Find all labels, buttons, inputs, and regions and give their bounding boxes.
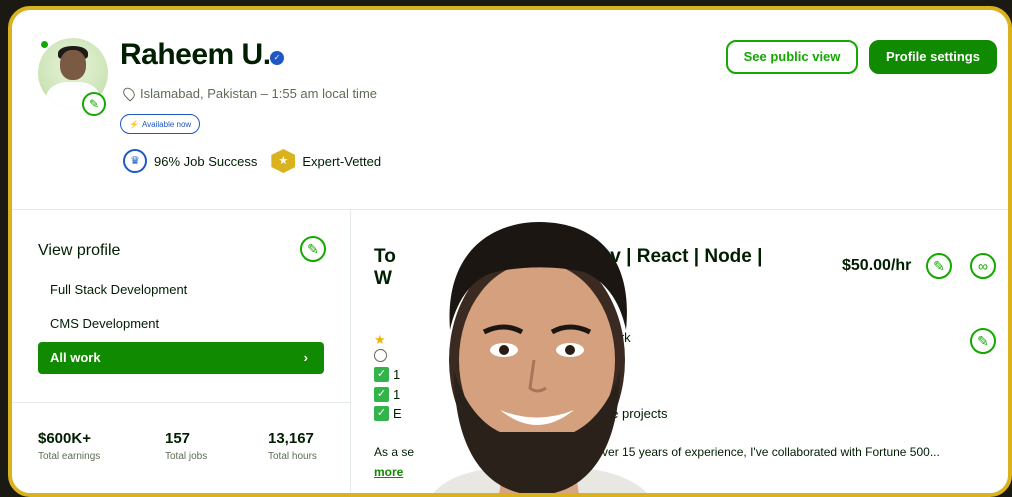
profile-badges: ♛ 96% Job Success ★ Expert-Vetted	[123, 149, 381, 173]
total-hours-label: Total hours	[268, 451, 317, 462]
expert-vetted-text: Expert-Vetted	[302, 153, 382, 169]
sidebar-item-label: All work	[50, 350, 101, 365]
sidebar-item-cms[interactable]: CMS Development	[38, 308, 324, 340]
presenter-video-overlay	[433, 222, 647, 493]
chevron-right-icon: ›	[303, 350, 308, 365]
profile-name: Raheem U.	[120, 38, 271, 71]
availability-badge[interactable]: ⚡ Available now	[120, 114, 201, 134]
profile-card: ✎ Raheem U. ✓ Islamabad, Pakistan – 1:55…	[8, 6, 1012, 497]
total-hours: 13,167 Total hours	[268, 430, 317, 462]
location-line: Islamabad, Pakistan – 1:55 am local time	[120, 85, 378, 102]
location-pin-icon	[120, 85, 138, 102]
column-divider	[350, 209, 351, 493]
total-hours-value: 13,167	[268, 430, 314, 447]
hourly-rate: $50.00/hr	[842, 257, 912, 274]
overview-edit-pencil-icon[interactable]: ✎	[970, 328, 996, 354]
location-text: Islamabad, Pakistan – 1:55 am local time	[140, 86, 378, 101]
total-jobs-value: 157	[165, 430, 191, 447]
link-icon[interactable]: ∞	[970, 253, 996, 279]
see-public-view-button[interactable]: See public view	[726, 40, 858, 74]
profile-settings-button[interactable]: Profile settings	[869, 40, 997, 74]
job-success-text: 96% Job Success	[154, 153, 258, 169]
avatar[interactable]: ✎	[38, 38, 110, 116]
total-earnings-value: $600K+	[38, 430, 91, 447]
availability-text: Available now	[141, 119, 192, 129]
bolt-icon: ⚡	[129, 119, 139, 129]
view-profile-edit-pencil-icon[interactable]: ✎	[300, 236, 326, 262]
expert-badge-icon: ★	[271, 149, 296, 173]
total-jobs: 157 Total jobs	[165, 430, 207, 462]
sidebar-item-full-stack[interactable]: Full Stack Development	[38, 274, 324, 306]
verified-badge-icon: ✓	[270, 51, 284, 65]
job-success-stat: ♛ 96% Job Success	[123, 149, 257, 173]
avatar-edit-pencil-icon[interactable]: ✎	[82, 92, 106, 116]
view-profile-heading: View profile	[38, 242, 121, 259]
crown-icon: ♛	[123, 149, 147, 173]
total-earnings: $600K+ Total earnings	[38, 430, 100, 462]
total-earnings-label: Total earnings	[38, 451, 101, 462]
rate-edit-pencil-icon[interactable]: ✎	[926, 253, 952, 279]
sidebar-divider	[12, 402, 350, 403]
sidebar-item-all-work[interactable]: All work ›	[38, 342, 324, 374]
online-status-dot	[40, 40, 49, 49]
total-jobs-label: Total jobs	[165, 451, 208, 462]
expert-vetted-stat: ★ Expert-Vetted	[271, 149, 381, 173]
